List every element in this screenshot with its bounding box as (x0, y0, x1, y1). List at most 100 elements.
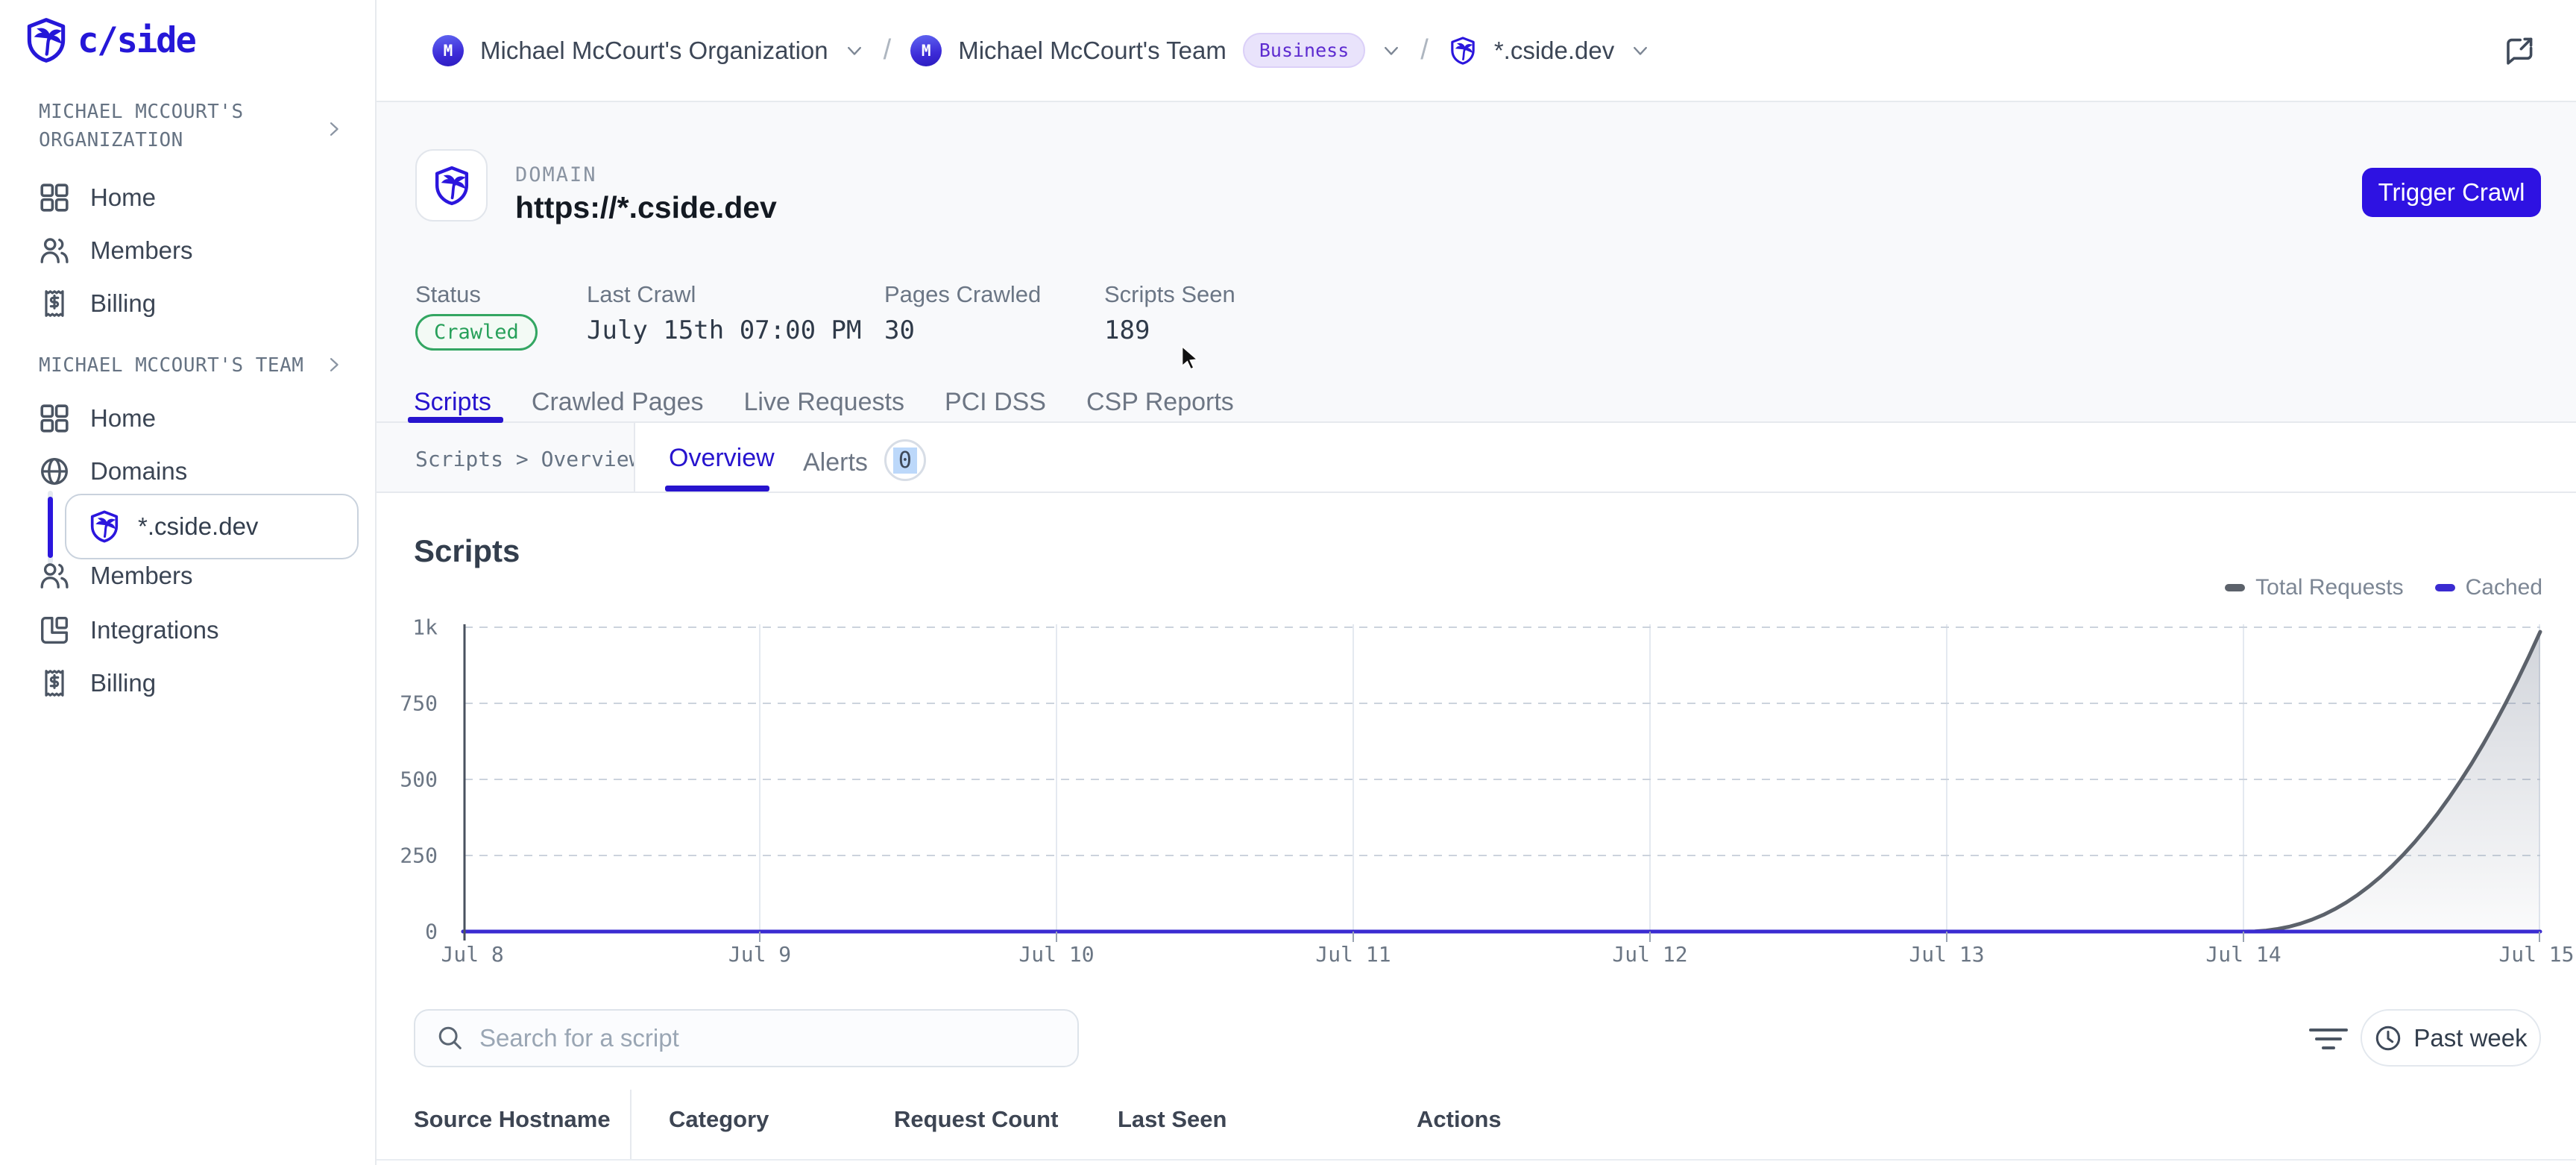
chevron-right-icon[interactable] (324, 355, 344, 374)
scripts-seen-label: Scripts Seen (1104, 281, 1235, 308)
legend-swatch (2225, 584, 2245, 591)
x-axis-tick-label: Jul 14 (2205, 942, 2281, 967)
team-section-label: MICHAEL MCCOURT'S TEAM (39, 352, 315, 380)
last-crawl-value: July 15th 07:00 PM (587, 315, 861, 345)
col-actions: Actions (1417, 1106, 1502, 1133)
col-last-seen: Last Seen (1118, 1106, 1226, 1133)
panel-title: Scripts (414, 533, 520, 569)
breadcrumb-team[interactable]: Michael McCourt's Team (958, 37, 1226, 65)
search-icon (436, 1024, 465, 1052)
shield-palm-icon (22, 16, 70, 64)
pages-crawled-value: 30 (884, 315, 915, 345)
chevron-right-icon[interactable] (324, 119, 344, 139)
team-avatar[interactable]: M (910, 35, 942, 66)
sidebar-item-domains[interactable]: Domains (39, 445, 187, 497)
breadcrumb-domain[interactable]: *.cside.dev (1494, 37, 1614, 65)
x-axis-tick-label: Jul 11 (1315, 942, 1391, 967)
breadcrumb-org[interactable]: Michael McCourt's Organization (480, 37, 828, 65)
mouse-cursor (1176, 343, 1206, 373)
sidebar-item-label: Integrations (90, 616, 218, 644)
clock-icon (2374, 1024, 2402, 1052)
main-content: DOMAIN https://*.cside.dev Trigger Crawl… (377, 102, 2576, 1165)
brand-logo[interactable]: c/side (22, 16, 195, 64)
sidebar-item-label: Members (90, 562, 193, 590)
active-subtab-underline (665, 486, 769, 492)
alerts-count: 0 (893, 448, 917, 474)
sidebar-item-label: Domains (90, 457, 187, 486)
col-source-hostname: Source Hostname (414, 1106, 611, 1133)
script-search[interactable] (414, 1009, 1079, 1067)
status-label: Status (415, 281, 481, 308)
breadcrumb: M Michael McCourt's Organization / M Mic… (432, 0, 1650, 101)
tab-csp-reports[interactable]: CSP Reports (1086, 388, 1234, 417)
chart-y-axis-labels: 02505007501k (377, 623, 450, 933)
y-axis-tick-label: 500 (400, 767, 438, 792)
pages-crawled-label: Pages Crawled (884, 281, 1041, 308)
grid-icon (39, 182, 70, 213)
legend-item[interactable]: Total Requests (2225, 575, 2403, 600)
grid-icon (39, 403, 70, 434)
receipt-icon (39, 668, 70, 699)
plan-badge: Business (1243, 33, 1365, 68)
receipt-icon (39, 288, 70, 319)
blocks-icon (39, 615, 70, 646)
tab-overview[interactable]: Overview (669, 444, 775, 473)
chevron-down-icon[interactable] (845, 41, 864, 60)
sidebar-item-label: Billing (90, 669, 156, 697)
filter-icon[interactable] (2308, 1024, 2349, 1054)
sidebar-item-org-home[interactable]: Home (39, 171, 156, 224)
chart-x-axis-labels: Jul 8Jul 9Jul 10Jul 11Jul 12Jul 13Jul 14… (463, 942, 2540, 969)
users-icon (39, 235, 70, 266)
breadcrumb-separator: / (1417, 34, 1432, 66)
sidebar-item-integrations[interactable]: Integrations (39, 603, 218, 656)
search-input[interactable] (479, 1024, 1031, 1052)
scripts-panel: Scripts Total RequestsCached 02505007501… (377, 493, 2576, 1165)
sidebar-item-org-members[interactable]: Members (39, 224, 193, 277)
sidebar-item-team-home[interactable]: Home (39, 392, 156, 445)
sub-navigation: Scripts > Overview Overview Alerts 0 (377, 423, 2576, 493)
time-range-button[interactable]: Past week (2361, 1009, 2541, 1067)
sidebar: c/side MICHAEL MCCOURT'S ORGANIZATION Ho… (0, 0, 377, 1165)
chevron-down-icon[interactable] (1382, 41, 1401, 60)
sidebar-item-team-billing[interactable]: Billing (39, 656, 156, 709)
col-request-count: Request Count (894, 1106, 1058, 1133)
x-axis-tick-label: Jul 12 (1612, 942, 1687, 967)
requests-chart (463, 623, 2540, 946)
org-avatar[interactable]: M (432, 35, 464, 66)
scripts-seen-value: 189 (1104, 315, 1150, 345)
tab-live-requests[interactable]: Live Requests (743, 388, 904, 417)
col-category: Category (669, 1106, 769, 1133)
table-column-divider (630, 1090, 632, 1159)
legend-label: Cached (2466, 575, 2542, 600)
brand-name: c/side (78, 20, 195, 61)
tab-scripts[interactable]: Scripts (414, 388, 491, 417)
subnav-breadcrumb: Scripts > Overview (415, 447, 641, 471)
sidebar-item-team-members[interactable]: Members (39, 549, 193, 602)
legend-item[interactable]: Cached (2435, 575, 2542, 600)
breadcrumb-separator: / (881, 34, 895, 66)
tab-pci-dss[interactable]: PCI DSS (945, 388, 1046, 417)
tab-alerts[interactable]: Alerts 0 (803, 444, 926, 481)
tab-crawled-pages[interactable]: Crawled Pages (532, 388, 704, 417)
sidebar-item-org-billing[interactable]: Billing (39, 277, 156, 330)
trigger-crawl-button[interactable]: Trigger Crawl (2362, 168, 2541, 217)
sidebar-item-label: Home (90, 404, 156, 433)
sidebar-item-label: Members (90, 236, 193, 265)
alerts-count-badge: 0 (884, 439, 926, 481)
domain-kicker: DOMAIN (515, 163, 597, 186)
domain-icon-card (415, 149, 488, 222)
chart-canvas (463, 623, 2540, 946)
x-axis-tick-label: Jul 8 (441, 942, 503, 967)
x-axis-tick-label: Jul 10 (1018, 942, 1094, 967)
sidebar-item-label: Billing (90, 289, 156, 318)
shield-palm-icon (87, 509, 122, 544)
chart-legend: Total Requests Cached (2225, 575, 2542, 600)
y-axis-tick-label: 1k (412, 615, 438, 639)
y-axis-tick-label: 250 (400, 844, 438, 868)
feedback-share-icon[interactable] (2501, 33, 2537, 69)
x-axis-tick-label: Jul 15 (2498, 942, 2574, 967)
chevron-down-icon[interactable] (1631, 41, 1650, 60)
domain-url: https://*.cside.dev (515, 190, 777, 225)
x-axis-tick-label: Jul 9 (728, 942, 791, 967)
selected-domain-label: *.cside.dev (138, 512, 258, 541)
